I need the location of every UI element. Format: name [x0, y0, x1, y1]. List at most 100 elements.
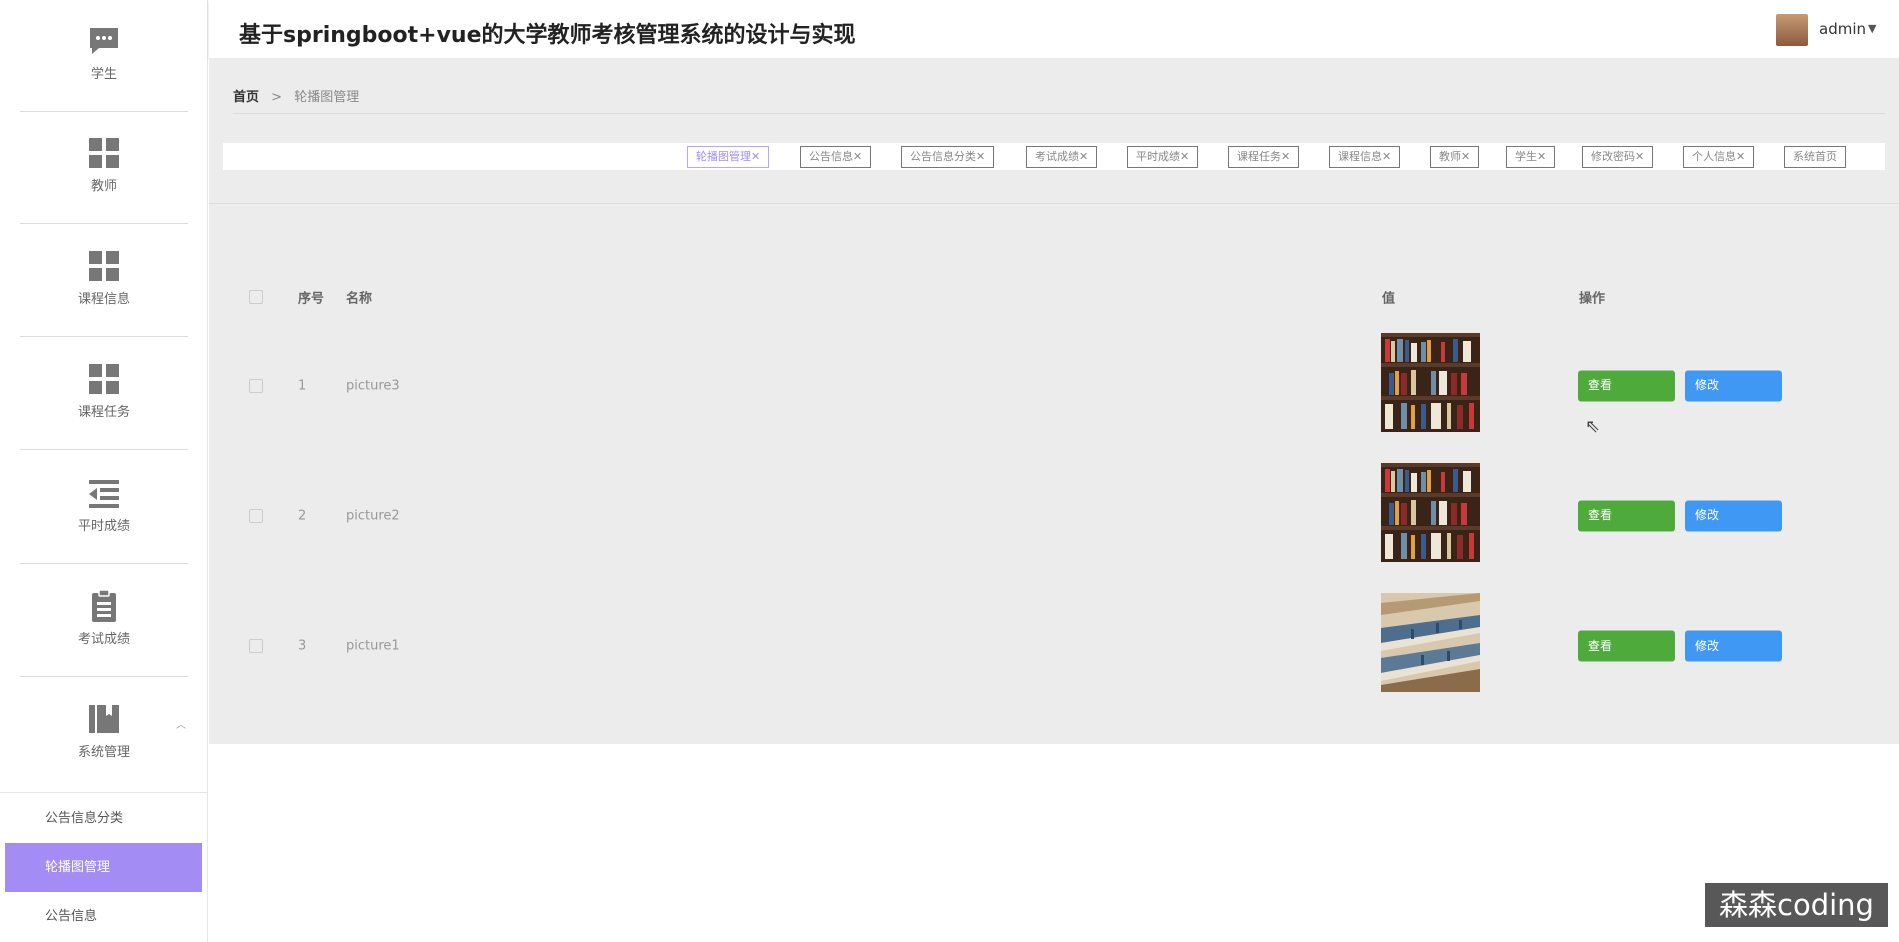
row-checkbox[interactable] [249, 378, 263, 393]
close-icon[interactable]: ✕ [1180, 150, 1189, 163]
close-icon[interactable]: ✕ [1281, 150, 1290, 163]
tag-label: 公告信息分类 [910, 150, 976, 163]
value-cell [1372, 321, 1569, 450]
select-all-checkbox[interactable] [249, 289, 263, 304]
tag-regular-grades[interactable]: 平时成绩✕ [1127, 146, 1199, 168]
sidebar-item-exam-grades[interactable]: 考试成绩 [0, 565, 208, 677]
sidebar-item-label: 平时成绩 [77, 519, 130, 534]
tag-notice-category[interactable]: 公告信息分类✕ [901, 146, 995, 168]
grid-icon [89, 251, 119, 281]
view-button[interactable]: ♡ 查看 [1578, 630, 1675, 662]
sidebar-item-course-info[interactable]: 课程信息 [0, 225, 208, 337]
index-cell: 3 [288, 581, 336, 711]
actions-cell: ♡ 查看 ♡ 修改 [1569, 581, 1869, 711]
book-icon [89, 705, 119, 733]
divider [209, 203, 1899, 204]
tag-change-password[interactable]: 修改密码✕ [1582, 146, 1654, 168]
tag-notice[interactable]: 公告信息✕ [800, 146, 872, 168]
grid-icon [89, 364, 119, 394]
close-icon[interactable]: ✕ [853, 150, 862, 163]
column-header-actions: 操作 [1579, 291, 1606, 306]
tag-profile[interactable]: 个人信息✕ [1683, 146, 1755, 168]
tag-label: 教师 [1439, 150, 1461, 163]
sidebar: 学生 教师 课程信息 课程任务 平时成绩 考试成绩 系统管理 ︿ 公告信息分类 … [0, 0, 208, 942]
close-icon[interactable]: ✕ [751, 150, 760, 163]
list-indent-icon [89, 480, 119, 508]
sidebar-item-students[interactable]: 学生 [0, 0, 208, 112]
row-checkbox[interactable] [249, 508, 263, 523]
close-icon[interactable]: ✕ [1736, 150, 1745, 163]
bookshelf-image[interactable] [1381, 333, 1480, 432]
sidebar-item-course-tasks[interactable]: 课程任务 [0, 338, 208, 450]
tag-teachers[interactable]: 教师✕ [1430, 146, 1480, 168]
close-icon[interactable]: ✕ [976, 150, 985, 163]
divider [0, 792, 207, 793]
tag-label: 考试成绩 [1035, 150, 1079, 163]
submenu-item-notice-category[interactable]: 公告信息分类 [5, 794, 202, 843]
column-header-name: 名称 [336, 273, 1372, 320]
tag-exam-grades[interactable]: 考试成绩✕ [1026, 146, 1098, 168]
tag-home[interactable]: 系统首页 [1784, 146, 1846, 168]
breadcrumb-home[interactable]: 首页 [233, 90, 259, 105]
avatar[interactable] [1776, 14, 1808, 46]
table-row: 2 picture2 ♡ 查看 ♡ 修改 [239, 451, 1869, 581]
sidebar-item-regular-grades[interactable]: 平时成绩 [0, 452, 208, 564]
view-button[interactable]: ♡ 查看 [1578, 500, 1675, 531]
page-title: 基于springboot+vue的大学教师考核管理系统的设计与实现 [239, 23, 856, 48]
watermark: 森森coding [1705, 883, 1888, 927]
index-cell: 2 [288, 451, 336, 580]
submenu-item-notice[interactable]: 公告信息 [5, 892, 202, 941]
name-cell: picture1 [336, 581, 1372, 711]
view-button[interactable]: ♡ 查看 [1578, 370, 1675, 401]
row-checkbox[interactable] [249, 639, 263, 653]
close-icon[interactable]: ✕ [1635, 150, 1644, 163]
divider [233, 113, 1885, 114]
divider [20, 563, 188, 564]
sidebar-item-system-management[interactable]: 系统管理 ︿ [0, 678, 208, 790]
tag-course-tasks[interactable]: 课程任务✕ [1228, 146, 1300, 168]
column-header-index: 序号 [288, 273, 336, 320]
tag-students[interactable]: 学生✕ [1506, 146, 1556, 168]
bookshelf-image[interactable] [1381, 463, 1480, 562]
main-content: 首页 > 轮播图管理 轮播图管理✕ 公告信息✕ 公告信息分类✕ 考试成绩✕ 平时… [209, 58, 1899, 744]
chat-icon [90, 28, 118, 54]
close-icon[interactable]: ✕ [1079, 150, 1088, 163]
tag-carousel[interactable]: 轮播图管理✕ [687, 146, 770, 168]
checkbox-cell [239, 581, 288, 711]
actions-cell: ♡ 查看 ♡ 修改 [1569, 321, 1869, 450]
close-icon[interactable]: ✕ [1461, 150, 1470, 163]
actions-cell: ♡ 查看 ♡ 修改 [1569, 451, 1869, 580]
tags-bar: 轮播图管理✕ 公告信息✕ 公告信息分类✕ 考试成绩✕ 平时成绩✕ 课程任务✕ 课… [223, 143, 1885, 170]
library-shelves-image[interactable] [1381, 593, 1480, 692]
name-cell: picture2 [336, 451, 1372, 580]
tag-label: 平时成绩 [1136, 150, 1180, 163]
tag-label: 个人信息 [1692, 150, 1736, 163]
tag-course-info[interactable]: 课程信息✕ [1329, 146, 1401, 168]
submenu-item-carousel[interactable]: 轮播图管理 [5, 843, 202, 892]
top-header: 基于springboot+vue的大学教师考核管理系统的设计与实现 admin … [209, 0, 1899, 58]
close-icon[interactable]: ✕ [1537, 150, 1546, 163]
sidebar-item-label: 课程信息 [77, 292, 130, 307]
grid-icon [89, 138, 119, 168]
edit-button[interactable]: ♡ 修改 [1685, 630, 1782, 662]
sidebar-item-teachers[interactable]: 教师 [0, 112, 208, 224]
edit-button[interactable]: ♡ 修改 [1685, 500, 1782, 531]
username[interactable]: admin [1819, 20, 1866, 38]
sidebar-item-label: 考试成绩 [77, 632, 130, 647]
edit-button[interactable]: ♡ 修改 [1685, 370, 1782, 401]
clipboard-icon [92, 589, 116, 622]
caret-down-icon[interactable]: ▼ [1868, 22, 1876, 35]
tag-label: 修改密码 [1591, 150, 1635, 163]
chevron-up-icon[interactable]: ︿ [176, 716, 186, 731]
tag-label: 学生 [1515, 150, 1537, 163]
close-icon[interactable]: ✕ [1382, 150, 1391, 163]
index-cell: 1 [288, 321, 336, 450]
name-cell: picture3 [336, 321, 1372, 450]
table-row: 1 picture3 ♡ 查看 ♡ 修改 [239, 321, 1869, 451]
breadcrumb: 首页 > 轮播图管理 [233, 86, 359, 105]
table-header-row: 序号 名称 值 操作 [239, 273, 1869, 321]
divider [20, 676, 188, 677]
checkbox-cell [239, 451, 288, 580]
table-row: 3 picture1 ♡ 查看 ♡ 修改 [239, 581, 1869, 711]
tag-label: 课程信息 [1338, 150, 1382, 163]
